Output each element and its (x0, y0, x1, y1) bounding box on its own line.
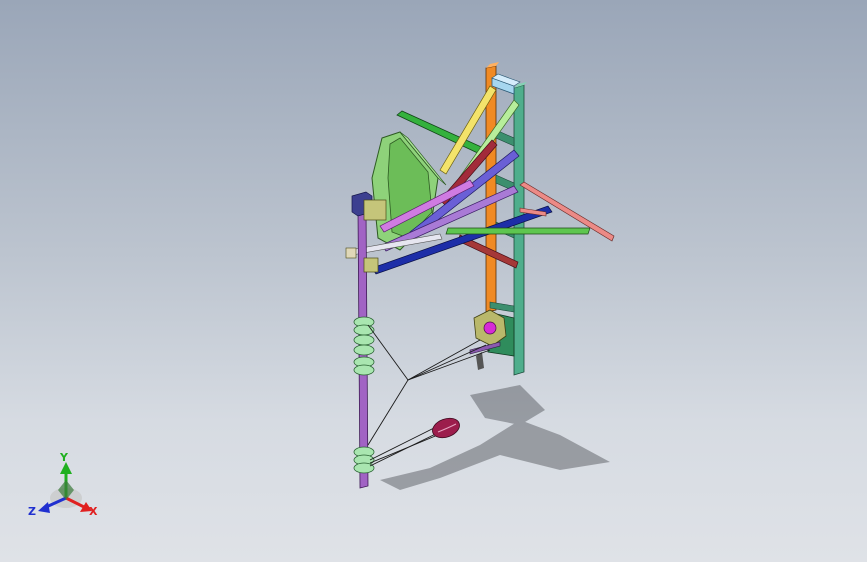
green-lower-beam[interactable] (445, 227, 591, 235)
cad-viewport[interactable]: Y X Z (0, 0, 867, 562)
gear-motor[interactable] (469, 309, 515, 370)
z-axis-label: Z (28, 505, 36, 518)
drogue-cone[interactable] (430, 415, 462, 441)
axis-triad: Y X Z (28, 451, 98, 518)
green-hexagonal-panel[interactable] (371, 131, 447, 251)
x-axis-label: X (89, 505, 98, 518)
model-canvas[interactable]: Y X Z (0, 0, 867, 562)
y-axis-label: Y (59, 451, 69, 464)
